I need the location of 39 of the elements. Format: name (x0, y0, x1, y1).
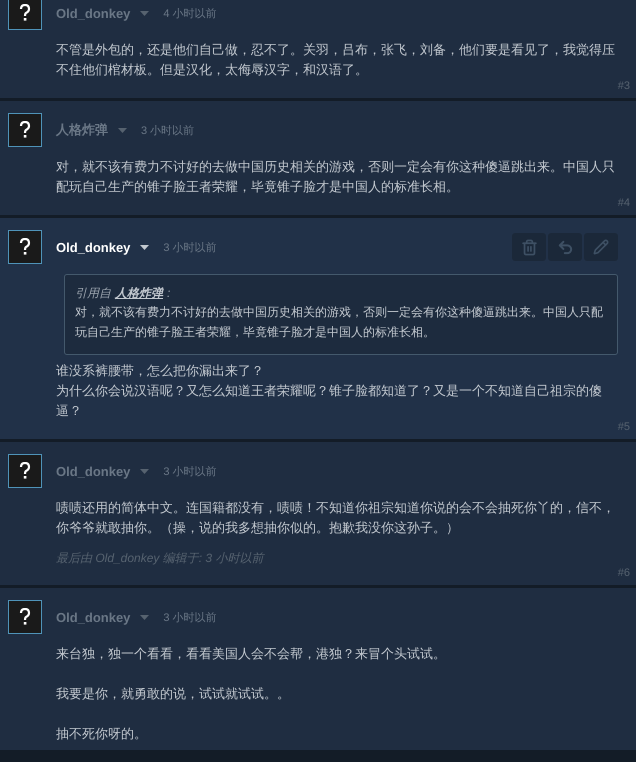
reply-button[interactable] (548, 233, 582, 261)
avatar[interactable] (8, 0, 42, 30)
post-time: 3 小时以前 (163, 464, 217, 478)
avatar[interactable] (8, 230, 42, 264)
post-time: 3 小时以前 (141, 124, 194, 138)
question-mark-icon (19, 462, 31, 480)
comment-text: 抽不死你呀的。 (56, 725, 148, 743)
author-name[interactable]: 人格炸弹 (56, 121, 108, 139)
post-time: 3 小时以前 (163, 240, 217, 254)
author-name[interactable]: Old_donkey (56, 464, 130, 478)
author-name[interactable]: Old_donkey (56, 610, 130, 624)
author-name[interactable]: Old_donkey (56, 240, 130, 254)
reply-icon (556, 238, 574, 256)
comment-text: 不管是外包的，还是他们自己做，忍不了。关羽，吕布，张飞，刘备，他们要是看见了，我觉得压不住他们棺材板。但是汉化，太侮辱汉字，和汉语了。 (56, 41, 616, 79)
quote-colon: : (167, 286, 170, 300)
comment-text: 啧啧还用的简体中文。连国籍都没有，啧啧！不知道你祖宗知道你说的会不会抽死你丫的，信不，你爷爷就敢抽你。（操，说的我多想抽你似的。抱歉我没你这孙子。） (56, 499, 616, 537)
comment-text: 谁没系裤腰带，怎么把你漏出来了？ (56, 362, 265, 380)
quote-label: 引用自 (75, 285, 111, 302)
avatar[interactable] (8, 113, 42, 147)
question-mark-icon (19, 121, 31, 139)
question-mark-icon (19, 4, 31, 22)
question-mark-icon (19, 608, 31, 626)
edit-button[interactable] (584, 233, 618, 261)
caret-icon[interactable] (140, 244, 150, 250)
trash-icon (520, 238, 538, 256)
question-mark-icon (19, 238, 31, 256)
avatar[interactable] (8, 454, 42, 488)
comment-text: 为什么你会说汉语呢？又怎么知道王者荣耀呢？锥子脸都知道了？又是一个不知道自己祖宗的傻逼？ (56, 382, 603, 420)
author-name[interactable]: Old_donkey (56, 6, 130, 20)
avatar[interactable] (8, 600, 42, 634)
quote-text: 对，就不该有费力不讨好的去做中国历史相关的游戏，否则一定会有你这种傻逼跳出来。中国人只配玩自己生产的锥子脸王者荣耀，毕竟锥子脸才是中国人的标准长相。 (75, 304, 604, 341)
comment-text: 对，就不该有费力不讨好的去做中国历史相关的游戏，否则一定会有你这种傻逼跳出来。中国人只配玩自己生产的锥子脸王者荣耀，毕竟锥子脸才是中国人的标准长相。 (56, 158, 616, 196)
post-time: 3 小时以前 (163, 610, 217, 624)
comment-text: 我要是你，就勇敢的说，试试就试试。。 (56, 685, 291, 703)
post-time: 4 小时以前 (163, 6, 217, 20)
quote-author-link[interactable]: 人格炸弹 (115, 285, 163, 302)
comment-text: 来台独，独一个看看，看看美国人会不会帮，港独？来冒个头试试。 (56, 645, 447, 663)
delete-button[interactable] (512, 233, 546, 261)
pencil-icon (593, 239, 609, 255)
